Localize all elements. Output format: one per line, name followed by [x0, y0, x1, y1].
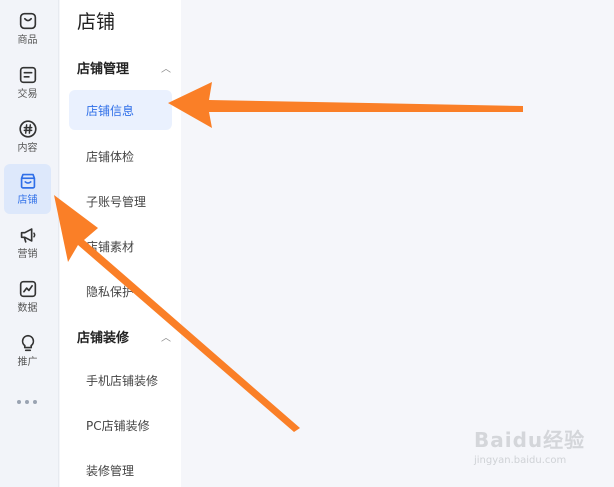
store-subnav: 店铺 店铺管理 ︿ 店铺信息 店铺体检 子账号管理 店铺素材 隐私保护 店铺装修… [60, 0, 181, 487]
rail-label-trade: 交易 [17, 89, 38, 100]
nav-item-label: PC店铺装修 [86, 418, 150, 433]
product-box-icon [19, 12, 36, 30]
rail-label-marketing: 营销 [17, 249, 38, 260]
nav-item-label: 装修管理 [86, 463, 135, 478]
watermark-url: jingyan.baidu.com [474, 455, 567, 466]
nav-item-label: 子账号管理 [86, 194, 147, 209]
nav-item-store-checkup[interactable]: 店铺体检 [69, 136, 172, 176]
chevron-up-icon: ︿ [161, 333, 171, 344]
main-content [181, 0, 614, 487]
nav-item-label: 店铺体检 [86, 149, 135, 164]
rail-label-data: 数据 [17, 303, 38, 314]
group-head-store-decoration[interactable]: 店铺装修 ︿ [77, 327, 171, 346]
nav-item-decoration-manage[interactable]: 装修管理 [69, 450, 172, 487]
lightbulb-icon [21, 334, 34, 352]
rail-item-trade[interactable]: 交易 [4, 58, 51, 108]
nav-item-pc-decoration[interactable]: PC店铺装修 [69, 405, 172, 445]
nav-item-label: 手机店铺装修 [86, 373, 159, 388]
hashtag-icon [18, 120, 37, 138]
nav-item-privacy[interactable]: 隐私保护 [69, 271, 172, 311]
group-label: 店铺装修 [77, 331, 130, 346]
chart-trend-icon [19, 280, 36, 298]
rail-label-product: 商品 [17, 35, 38, 46]
rail-item-content[interactable]: 内容 [4, 112, 51, 162]
rail-label-store: 店铺 [17, 195, 38, 206]
storefront-icon [20, 173, 35, 189]
megaphone-icon [20, 228, 35, 243]
rail-item-marketing[interactable]: 营销 [4, 218, 51, 268]
group-head-store-management[interactable]: 店铺管理 ︿ [77, 58, 171, 77]
rail-item-store[interactable]: 店铺 [4, 164, 51, 214]
nav-item-mobile-decoration[interactable]: 手机店铺装修 [69, 360, 172, 400]
rail-item-promote[interactable]: 推广 [4, 326, 51, 376]
rail-item-data[interactable]: 数据 [4, 272, 51, 322]
nav-item-label: 店铺信息 [86, 103, 135, 118]
rail-label-content: 内容 [17, 143, 38, 154]
chevron-up-icon: ︿ [161, 64, 171, 75]
nav-item-label: 隐私保护 [86, 284, 135, 299]
rail-label-promote: 推广 [17, 357, 38, 368]
order-list-icon [19, 66, 36, 84]
subnav-title: 店铺 [77, 11, 116, 33]
rail-item-product[interactable]: 商品 [4, 4, 51, 54]
more-menu-icon[interactable] [17, 400, 37, 404]
group-label: 店铺管理 [77, 62, 130, 77]
watermark-brand: Baidu经验 [474, 428, 586, 452]
nav-item-sub-accounts[interactable]: 子账号管理 [69, 181, 172, 221]
nav-item-store-info[interactable]: 店铺信息 [69, 90, 172, 130]
icon-rail: 商品 交易 内容 店铺 营销 数据 推广 [0, 0, 59, 487]
nav-item-store-assets[interactable]: 店铺素材 [69, 226, 172, 266]
nav-item-label: 店铺素材 [86, 239, 135, 254]
